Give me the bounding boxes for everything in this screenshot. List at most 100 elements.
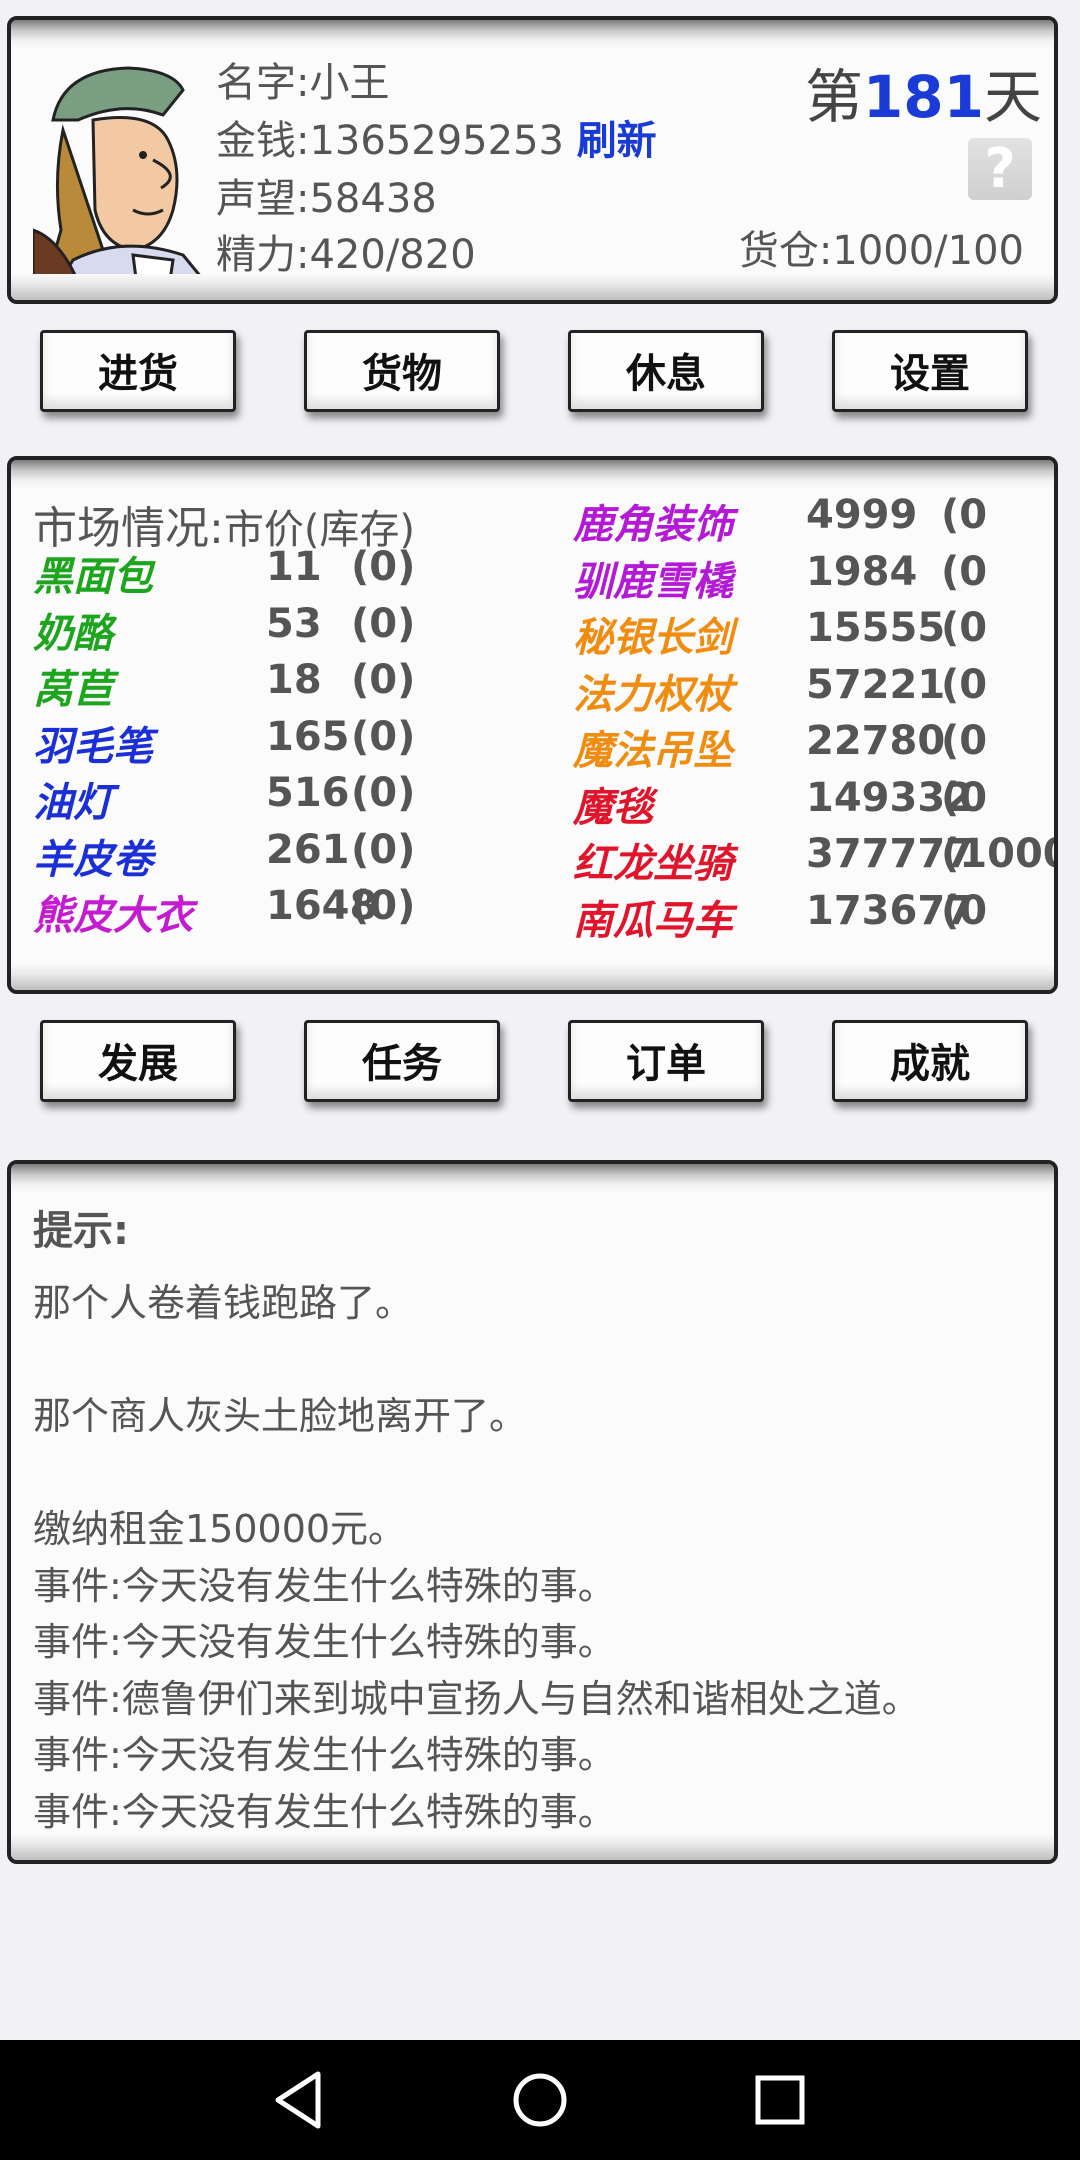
item-name: 红龙坐骑 bbox=[573, 841, 733, 887]
market-item-row[interactable]: 黑面包 11 (0) bbox=[33, 544, 533, 600]
item-name: 莴苣 bbox=[33, 667, 113, 713]
item-name: 油灯 bbox=[33, 780, 113, 826]
item-price: 11 bbox=[266, 544, 322, 590]
settings-button[interactable]: 设置 bbox=[832, 330, 1028, 412]
market-item-row[interactable]: 熊皮大衣 1648 (0) bbox=[33, 883, 533, 939]
item-stock: (0) bbox=[351, 883, 416, 929]
item-name: 羽毛笔 bbox=[33, 723, 153, 770]
item-price: 18 bbox=[266, 657, 322, 703]
hint-message: 那个人卷着钱跑路了。 bbox=[33, 1281, 414, 1325]
item-price: 4999 bbox=[806, 492, 918, 538]
item-stock: (0) bbox=[351, 713, 416, 760]
system-navigation-bar bbox=[0, 2040, 1080, 2160]
item-price: 516 bbox=[266, 770, 350, 816]
market-item-row[interactable]: 羽毛笔 165 (0) bbox=[33, 714, 533, 770]
merchant-portrait-icon bbox=[33, 60, 215, 294]
rest-button[interactable]: 休息 bbox=[568, 330, 764, 412]
item-price: 15555 bbox=[806, 605, 946, 651]
hint-message: 事件:德鲁伊们来到城中宣扬人与自然和谐相处之道。 bbox=[33, 1676, 920, 1721]
goods-button[interactable]: 货物 bbox=[304, 330, 500, 412]
item-name: 法力权杖 bbox=[573, 671, 733, 718]
item-stock: (0) bbox=[351, 657, 416, 703]
player-money: 金钱:1365295253 刷新 bbox=[216, 108, 657, 166]
panel-bottom-bevel bbox=[11, 1834, 1054, 1860]
hint-message: 事件:今天没有发生什么特殊的事。 bbox=[33, 1563, 616, 1608]
refresh-button[interactable]: 刷新 bbox=[577, 118, 657, 164]
question-icon: ? bbox=[984, 137, 1016, 200]
item-stock: (0 bbox=[941, 887, 988, 934]
player-reputation: 声望:58438 bbox=[216, 176, 437, 222]
day-prefix: 第 bbox=[804, 63, 863, 131]
market-item-row[interactable]: 莴苣 18 (0) bbox=[33, 657, 533, 713]
item-stock: (0) bbox=[351, 544, 416, 590]
item-stock: (0 bbox=[941, 605, 988, 651]
panel-bottom-bevel bbox=[11, 274, 1054, 300]
market-item-row[interactable]: 秘银长剑 15555 (0 bbox=[573, 605, 1054, 661]
item-stock: (1000) bbox=[941, 831, 1054, 877]
orders-button[interactable]: 订单 bbox=[568, 1020, 764, 1102]
panel-top-bevel bbox=[11, 460, 1054, 490]
market-item-row[interactable]: 南瓜马车 173677 (0 bbox=[573, 887, 1054, 944]
back-icon[interactable] bbox=[262, 2062, 338, 2138]
hint-message: 事件:今天没有发生什么特殊的事。 bbox=[33, 1620, 616, 1664]
market-item-row[interactable]: 魔法吊坠 22780 (0 bbox=[573, 718, 1054, 774]
money-value: 金钱:1365295253 bbox=[216, 118, 564, 164]
player-energy: 精力:420/820 bbox=[216, 232, 476, 278]
market-item-row[interactable]: 油灯 516 (0) bbox=[33, 770, 533, 826]
achievements-button[interactable]: 成就 bbox=[832, 1020, 1028, 1102]
item-name: 鹿角装饰 bbox=[573, 502, 733, 548]
item-name: 黑面包 bbox=[33, 554, 153, 600]
help-button[interactable]: ? bbox=[968, 138, 1032, 200]
item-name: 秘银长剑 bbox=[573, 615, 733, 661]
day-number: 181 bbox=[862, 63, 984, 131]
bottom-button-row: 发展 任务 订单 成就 bbox=[0, 1020, 1080, 1108]
item-stock: (0 bbox=[941, 774, 988, 821]
market-item-row[interactable]: 奶酪 53 (0) bbox=[33, 601, 533, 657]
hint-message: 事件:今天没有发生什么特殊的事。 bbox=[33, 1733, 616, 1777]
item-name: 羊皮卷 bbox=[33, 836, 153, 883]
hint-message: 事件:今天没有发生什么特殊的事。 bbox=[33, 1789, 616, 1834]
item-price: 57221 bbox=[806, 661, 946, 708]
item-price: 22780 bbox=[806, 718, 946, 764]
panel-top-bevel bbox=[11, 20, 1054, 50]
market-item-row[interactable]: 红龙坐骑377777(1000) bbox=[573, 831, 1054, 887]
market-item-row[interactable]: 法力权杖 57221 (0 bbox=[573, 661, 1054, 718]
market-panel: 市场情况:市价(库存) 黑面包 11 (0) 奶酪 53 (0) 莴苣 18 (0) 羽毛笔 165… bbox=[7, 456, 1058, 994]
buy-goods-button[interactable]: 进货 bbox=[40, 330, 236, 412]
player-status-panel: 名字:小王 金钱:1365295253 刷新 声望:58438 精力:420/8… bbox=[7, 16, 1058, 304]
item-name: 奶酪 bbox=[33, 610, 113, 657]
hint-message: 缴纳租金150000元。 bbox=[33, 1507, 407, 1551]
item-name: 驯鹿雪橇 bbox=[573, 558, 733, 605]
item-name: 魔毯 bbox=[573, 784, 653, 831]
market-item-row[interactable]: 羊皮卷 261 (0) bbox=[33, 827, 533, 883]
day-counter: 第181天 bbox=[805, 50, 1042, 134]
market-item-row[interactable]: 魔毯 149332 (0 bbox=[573, 774, 1054, 831]
item-stock: (0) bbox=[351, 770, 416, 816]
warehouse-capacity: 货仓:1000/100 bbox=[738, 228, 1024, 274]
item-price: 261 bbox=[266, 826, 350, 873]
item-stock: (0 bbox=[941, 661, 988, 708]
item-price: 53 bbox=[266, 600, 322, 647]
panel-bottom-bevel bbox=[11, 964, 1054, 990]
item-name: 魔法吊坠 bbox=[573, 728, 733, 774]
recents-icon[interactable] bbox=[742, 2062, 818, 2138]
item-stock: (0) bbox=[351, 600, 416, 647]
item-name: 南瓜马车 bbox=[573, 897, 733, 944]
market-item-row[interactable]: 鹿角装饰 4999 (0 bbox=[573, 492, 1054, 548]
top-button-row: 进货 货物 休息 设置 bbox=[0, 330, 1080, 418]
panel-top-bevel bbox=[11, 1164, 1054, 1194]
item-stock: (0) bbox=[351, 826, 416, 873]
item-stock: (0 bbox=[941, 718, 988, 764]
market-item-row[interactable]: 驯鹿雪橇 1984 (0 bbox=[573, 548, 1054, 605]
home-icon[interactable] bbox=[502, 2062, 578, 2138]
develop-button[interactable]: 发展 bbox=[40, 1020, 236, 1102]
item-price: 165 bbox=[266, 713, 350, 760]
hints-title: 提示: bbox=[33, 1208, 129, 1254]
day-suffix: 天 bbox=[983, 63, 1042, 131]
item-price: 1984 bbox=[806, 548, 918, 595]
hint-message: 那个商人灰头土脸地离开了。 bbox=[33, 1394, 528, 1438]
quests-button[interactable]: 任务 bbox=[304, 1020, 500, 1102]
hints-panel: 提示: 那个人卷着钱跑路了。那个商人灰头土脸地离开了。 缴纳租金150000元。事… bbox=[7, 1160, 1058, 1864]
item-stock: (0 bbox=[941, 492, 988, 538]
item-stock: (0 bbox=[941, 548, 988, 595]
